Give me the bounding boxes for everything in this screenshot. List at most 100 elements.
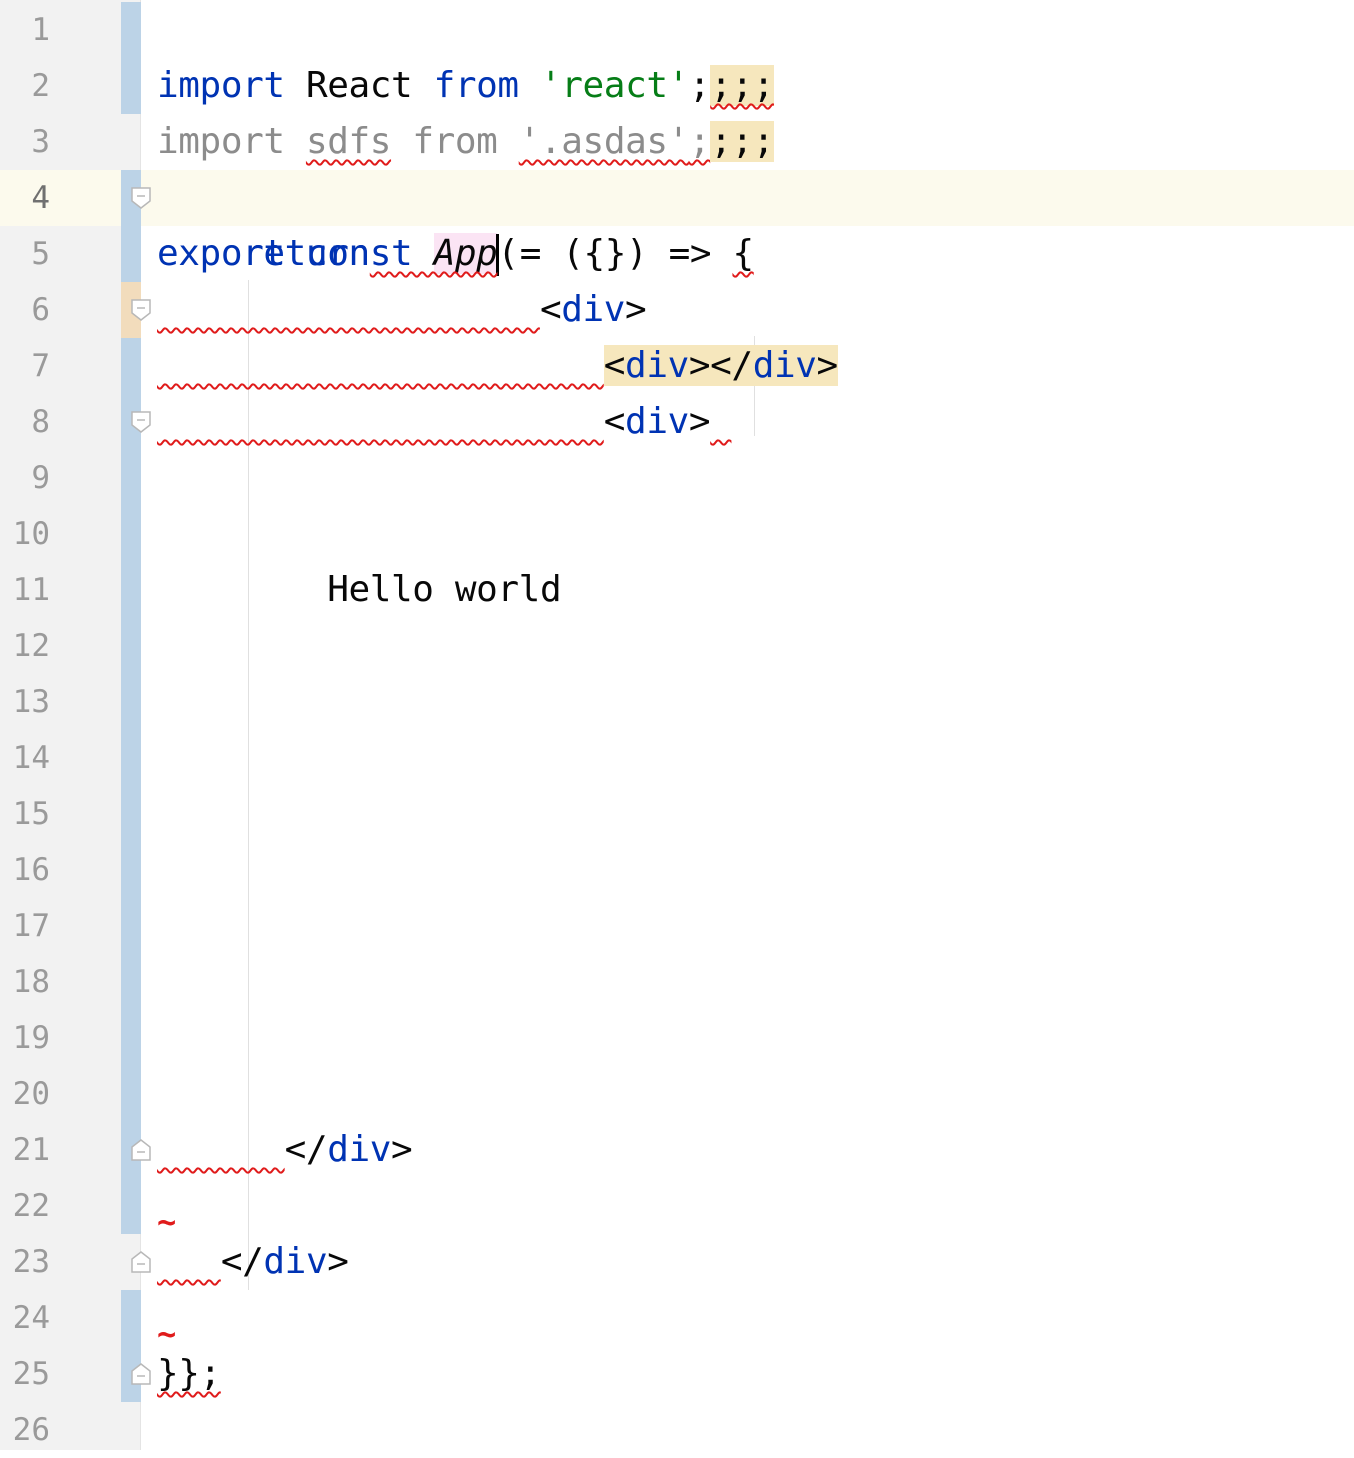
editor-row: 12 bbox=[0, 618, 1354, 674]
editor-row: 16 bbox=[0, 842, 1354, 898]
vcs-change-marker[interactable] bbox=[121, 1290, 141, 1346]
line-number: 14 bbox=[12, 740, 50, 776]
vcs-change-marker[interactable] bbox=[121, 1010, 141, 1066]
editor-row: 22 bbox=[0, 1178, 1354, 1234]
line-number: 19 bbox=[12, 1020, 50, 1056]
tag-close-bracket: > bbox=[391, 1129, 413, 1170]
tag-close-bracket: > bbox=[625, 289, 647, 330]
editor-row: 20 bbox=[0, 1066, 1354, 1122]
code-line-5[interactable]: return ( bbox=[157, 226, 519, 282]
code-line-8[interactable]: <div> bbox=[157, 394, 731, 450]
editor-row: 18 bbox=[0, 954, 1354, 1010]
editor-row: 14 bbox=[0, 730, 1354, 786]
code-line-4[interactable]: export const App = ({}) => { bbox=[157, 170, 754, 276]
vcs-change-marker[interactable] bbox=[121, 562, 141, 618]
tag-name: div bbox=[625, 401, 689, 442]
vcs-change-marker[interactable] bbox=[121, 730, 141, 786]
tag-name: div bbox=[561, 289, 626, 330]
closing-braces: }}; bbox=[157, 1353, 221, 1394]
line-number: 16 bbox=[12, 852, 50, 888]
code-line-23[interactable]: </div> bbox=[157, 1234, 349, 1290]
tag-name: div bbox=[625, 345, 689, 386]
line-number: 12 bbox=[12, 628, 50, 664]
vcs-change-marker[interactable] bbox=[121, 226, 141, 282]
line-number: 21 bbox=[12, 1132, 50, 1168]
open-paren: ( bbox=[497, 233, 519, 274]
code-line-7[interactable]: <div></div> bbox=[157, 338, 838, 394]
code-line-1[interactable]: import React from 'react';;;; bbox=[157, 2, 774, 106]
code-line-6[interactable]: <div> bbox=[157, 282, 647, 338]
line-number: 11 bbox=[12, 572, 50, 608]
editor-row: 24 bbox=[0, 1290, 1354, 1346]
vcs-change-marker[interactable] bbox=[121, 506, 141, 562]
line-number: 1 bbox=[31, 12, 50, 48]
line-number: 13 bbox=[12, 684, 50, 720]
line-number: 18 bbox=[12, 964, 50, 1000]
code-line-11[interactable]: Hello world bbox=[157, 562, 561, 618]
unused-identifier: sdfs bbox=[305, 121, 392, 162]
tag-open-bracket: </ bbox=[284, 1129, 328, 1170]
tag-name: div bbox=[752, 345, 817, 386]
line-number: 7 bbox=[31, 348, 50, 384]
vcs-change-marker[interactable] bbox=[121, 1066, 141, 1122]
editor-row: 13 bbox=[0, 674, 1354, 730]
vcs-change-marker[interactable] bbox=[121, 450, 141, 506]
open-brace: { bbox=[732, 233, 754, 274]
fold-end-icon[interactable] bbox=[131, 1251, 151, 1273]
tag-open-bracket: < bbox=[539, 289, 562, 330]
line-number: 8 bbox=[31, 404, 50, 440]
line-number: 20 bbox=[12, 1076, 50, 1112]
vcs-change-marker[interactable] bbox=[121, 898, 141, 954]
line-number: 10 bbox=[12, 516, 50, 552]
vcs-change-marker[interactable] bbox=[121, 674, 141, 730]
redundant-semicolons: ;;; bbox=[710, 121, 775, 162]
arrow-signature: = ({}) => bbox=[498, 233, 733, 274]
vcs-change-marker[interactable] bbox=[121, 786, 141, 842]
keyword-return: return bbox=[242, 233, 370, 274]
tag-close-bracket: > bbox=[688, 401, 711, 442]
vcs-change-marker[interactable] bbox=[121, 2, 141, 58]
fold-end-icon[interactable] bbox=[131, 1139, 151, 1161]
editor-row: 10 bbox=[0, 506, 1354, 562]
vcs-change-marker[interactable] bbox=[121, 618, 141, 674]
fold-marker-icon[interactable] bbox=[131, 299, 151, 321]
line-number: 9 bbox=[31, 460, 50, 496]
line-number: 24 bbox=[12, 1300, 50, 1336]
vcs-change-marker[interactable] bbox=[121, 338, 141, 394]
fold-end-icon[interactable] bbox=[131, 1363, 151, 1385]
editor-row: 9 bbox=[0, 450, 1354, 506]
tag-separator: ></ bbox=[688, 345, 753, 386]
line-number: 3 bbox=[31, 124, 50, 160]
vcs-change-marker[interactable] bbox=[121, 58, 141, 114]
line-number: 6 bbox=[31, 292, 50, 328]
vcs-change-marker[interactable] bbox=[121, 1178, 141, 1234]
jsx-text: Hello world bbox=[327, 569, 562, 610]
string-literal: '.asdas' bbox=[518, 121, 690, 162]
tag-open-bracket: </ bbox=[220, 1241, 264, 1282]
line-number: 23 bbox=[12, 1244, 50, 1280]
line-number: 17 bbox=[12, 908, 50, 944]
tag-name: div bbox=[327, 1129, 392, 1170]
line-number: 25 bbox=[12, 1356, 50, 1392]
code-editor[interactable]: 1 2 3 4 5 6 7 8 9 10 11 12 13 14 15 16 17 18 19 20 21 22 23 24 2… bbox=[0, 0, 1354, 1450]
keyword-import: import bbox=[157, 121, 285, 162]
line-number: 22 bbox=[12, 1188, 50, 1224]
line-number: 2 bbox=[31, 68, 50, 104]
code-line-25[interactable]: }}; bbox=[157, 1346, 221, 1402]
line-number: 4 bbox=[31, 180, 50, 216]
editor-row: 15 bbox=[0, 786, 1354, 842]
vcs-change-marker[interactable] bbox=[121, 842, 141, 898]
keyword-from: from bbox=[412, 121, 498, 162]
line-number: 5 bbox=[31, 236, 50, 272]
editor-row: 17 bbox=[0, 898, 1354, 954]
fold-marker-icon[interactable] bbox=[131, 411, 151, 433]
tag-open-bracket: < bbox=[603, 345, 626, 386]
fold-marker-icon[interactable] bbox=[131, 187, 151, 209]
vcs-change-marker[interactable] bbox=[121, 954, 141, 1010]
line-number: 15 bbox=[12, 796, 50, 832]
tag-close-bracket: > bbox=[327, 1241, 349, 1282]
code-line-2[interactable]: import sdfs from '.asdas';;;; bbox=[157, 58, 774, 162]
tag-close-bracket: > bbox=[816, 345, 839, 386]
code-line-21[interactable]: </div> bbox=[157, 1122, 413, 1178]
tag-open-bracket: < bbox=[603, 401, 626, 442]
